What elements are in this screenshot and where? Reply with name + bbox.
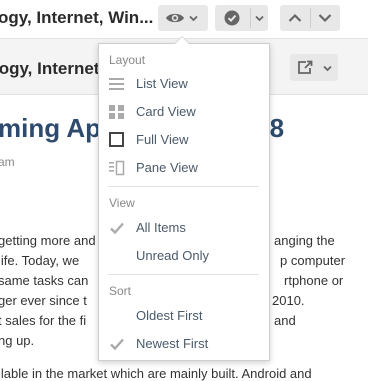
article-text: anging the: [274, 233, 335, 248]
previous-item-button[interactable]: [288, 13, 302, 23]
check-circle-icon: [224, 10, 240, 26]
article-text: and: [274, 313, 296, 328]
menu-divider: [108, 186, 259, 187]
layout-section-header: Layout: [109, 53, 146, 67]
share-icon: [298, 60, 313, 74]
feed-title: ogy, Internet, Win...: [0, 8, 154, 27]
menu-item-label: Pane View: [136, 160, 198, 175]
menu-item-pane-view[interactable]: Pane View: [99, 155, 269, 181]
article-text: life. Today, we: [0, 253, 80, 268]
view-options-menu: Layout List View Card View Full View Pan…: [98, 36, 270, 361]
article-text: t sales for the fi: [0, 313, 87, 328]
article-text: same tasks can: [0, 273, 89, 288]
chevron-down-icon: [323, 65, 332, 72]
menu-caret: [174, 36, 190, 44]
menu-divider: [108, 274, 259, 275]
menu-item-list-view[interactable]: List View: [99, 71, 269, 97]
menu-item-label: Oldest First: [136, 308, 203, 323]
menu-item-unread-only[interactable]: Unread Only: [99, 243, 269, 269]
article-byline: am: [0, 155, 15, 169]
menu-item-all-items[interactable]: All Items: [99, 215, 269, 241]
article-text: p computer: [280, 253, 346, 268]
checkmark-icon: [110, 338, 124, 351]
menu-item-label: List View: [136, 76, 188, 91]
menu-item-label: All Items: [136, 220, 186, 235]
menu-item-label: Full View: [136, 132, 189, 147]
mark-read-button[interactable]: [215, 5, 268, 31]
navigate-buttons: [280, 5, 340, 31]
list-view-icon: [109, 78, 124, 90]
full-view-icon: [109, 132, 124, 147]
article-text: ger ever since t: [0, 293, 87, 308]
share-button[interactable]: [290, 54, 338, 81]
eye-icon: [166, 13, 184, 23]
menu-item-card-view[interactable]: Card View: [99, 99, 269, 125]
article-text: rtphone or: [284, 273, 344, 288]
next-item-button[interactable]: [318, 13, 332, 23]
chevron-down-icon: [189, 15, 198, 22]
pane-view-icon: [109, 160, 125, 176]
article-text: 2010.: [272, 293, 305, 308]
menu-item-label: Newest First: [136, 336, 209, 351]
menu-item-label: Card View: [136, 104, 196, 119]
menu-item-newest-first[interactable]: Newest First: [99, 331, 269, 357]
checkmark-icon: [110, 222, 124, 235]
menu-item-label: Unread Only: [136, 248, 209, 263]
view-section-header: View: [109, 196, 135, 210]
top-toolbar: ogy, Internet, Win...: [0, 0, 368, 39]
menu-item-full-view[interactable]: Full View: [99, 127, 269, 153]
article-text: ilable in the market which are mainly bu…: [0, 366, 312, 381]
menu-item-oldest-first[interactable]: Oldest First: [99, 303, 269, 329]
article-text: getting more and: [0, 233, 96, 248]
chevron-down-icon: [255, 15, 264, 22]
sort-section-header: Sort: [109, 284, 132, 298]
card-view-icon: [109, 105, 124, 119]
article-text: ng up.: [0, 333, 35, 348]
view-options-button[interactable]: [158, 5, 208, 31]
